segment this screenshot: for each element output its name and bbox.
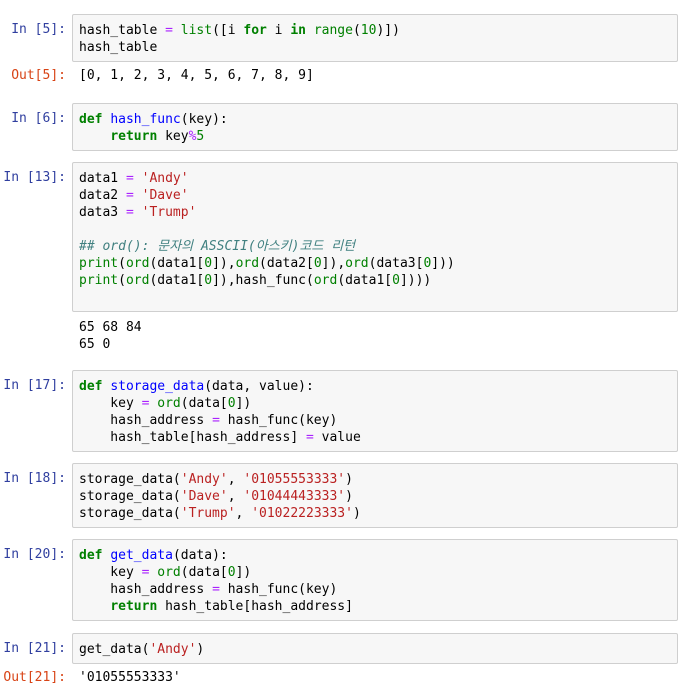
input-prompt: In [5]: (11, 22, 66, 37)
input-prompt: In [20]: (3, 547, 66, 562)
input-prompt: In [17]: (3, 378, 66, 393)
cell-output: [0, 1, 2, 3, 4, 5, 6, 7, 8, 9] (79, 68, 314, 83)
output-prompt: Out[5]: (11, 68, 66, 83)
input-prompt: In [21]: (3, 641, 66, 656)
code-text: storage_data('Andy', '01055553333') stor… (79, 472, 361, 521)
code-text: def get_data(data): key = ord(data[0]) h… (79, 548, 353, 614)
code-text: data1 = 'Andy' data2 = 'Dave' data3 = 'T… (79, 171, 455, 288)
cell-output: '01055553333' (79, 670, 181, 685)
code-input[interactable]: storage_data('Andy', '01055553333') stor… (72, 463, 678, 528)
code-text: def hash_func(key): return key%5 (79, 112, 228, 144)
cell-output: 65 68 84 65 0 (79, 320, 142, 352)
input-prompt: In [18]: (3, 471, 66, 486)
code-text: hash_table = list([i for i in range(10)]… (79, 23, 400, 55)
input-prompt: In [13]: (3, 170, 66, 185)
code-input[interactable]: hash_table = list([i for i in range(10)]… (72, 14, 678, 62)
code-input[interactable]: def get_data(data): key = ord(data[0]) h… (72, 539, 678, 621)
code-input[interactable]: data1 = 'Andy' data2 = 'Dave' data3 = 'T… (72, 162, 678, 312)
input-prompt: In [6]: (11, 111, 66, 126)
code-input[interactable]: get_data('Andy') (72, 633, 678, 664)
code-input[interactable]: def storage_data(data, value): key = ord… (72, 370, 678, 452)
code-text: def storage_data(data, value): key = ord… (79, 379, 361, 445)
output-prompt: Out[21]: (3, 670, 66, 685)
code-input[interactable]: def hash_func(key): return key%5 (72, 103, 678, 151)
code-text: get_data('Andy') (79, 642, 205, 657)
